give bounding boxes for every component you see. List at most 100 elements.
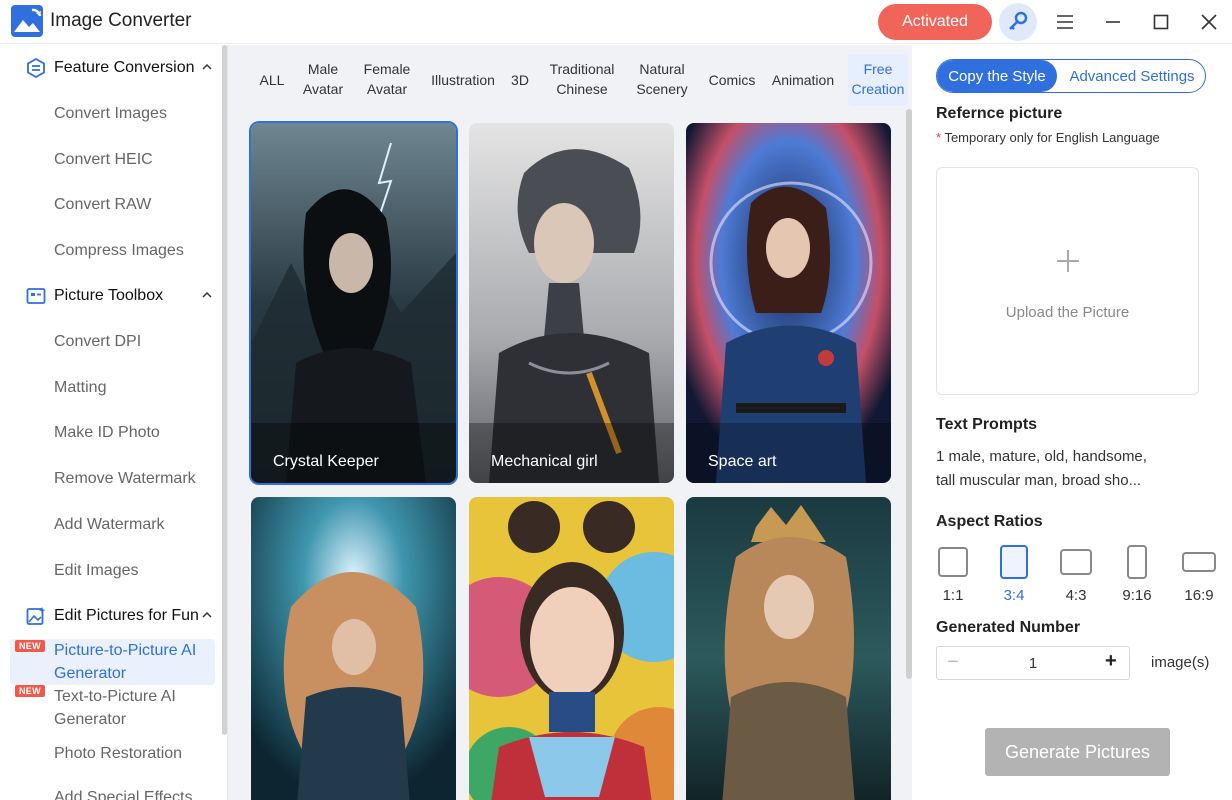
golden-warrior-image	[251, 497, 456, 800]
tab-label: Creation	[851, 81, 905, 97]
sidebar-item-convert-dpi[interactable]: Convert DPI	[54, 333, 141, 351]
section-picture-toolbox[interactable]: Picture Toolbox	[0, 281, 220, 311]
tab-label: 3D	[511, 72, 529, 88]
quantity-value[interactable]: 1	[937, 655, 1129, 672]
tab-animation[interactable]: Animation	[770, 70, 836, 90]
minimize-button[interactable]	[1099, 8, 1127, 36]
tab-comics[interactable]: Comics	[704, 70, 760, 90]
tab-free-creation[interactable]: Free Creation	[848, 54, 908, 106]
tab-label: Natural	[639, 61, 685, 77]
menu-button[interactable]	[1051, 8, 1079, 36]
style-card-5[interactable]	[469, 497, 674, 800]
sidebar-item-text-to-picture[interactable]: Text-to-Picture AI Generator	[54, 685, 214, 731]
sidebar-scrollbar[interactable]	[222, 45, 227, 735]
style-card-mechanical-girl[interactable]: Mechanical girl	[469, 123, 674, 483]
card-label: Mechanical girl	[491, 453, 598, 470]
tab-natural-scenery[interactable]: Natural Scenery	[632, 59, 692, 99]
tab-female-avatar[interactable]: Female Avatar	[360, 59, 414, 99]
tab-label: Animation	[771, 72, 835, 88]
increment-button[interactable]: +	[1105, 650, 1117, 673]
tab-advanced-settings[interactable]: Advanced Settings	[1057, 60, 1205, 92]
sidebar-item-convert-raw[interactable]: Convert RAW	[54, 196, 151, 214]
ratio-label: 9:16	[1122, 587, 1152, 604]
ratio-9-16[interactable]: 9:16	[1112, 545, 1162, 605]
tab-traditional-chinese[interactable]: Traditional Chinese	[544, 59, 620, 99]
feature-conversion-icon	[27, 58, 45, 78]
space-art-image	[686, 123, 891, 483]
settings-panel: Copy the Style Advanced Settings Refernc…	[912, 45, 1232, 800]
ratio-label: 16:9	[1184, 587, 1214, 604]
ratio-1-1[interactable]: 1:1	[928, 545, 978, 605]
ratio-shape-icon	[1060, 549, 1092, 575]
key-icon	[1009, 11, 1028, 30]
section-label: Edit Pictures for Fun	[54, 607, 199, 624]
colorful-girl-image	[469, 497, 674, 800]
sidebar-item-photo-restoration[interactable]: Photo Restoration	[54, 745, 182, 763]
sidebar-item-compress-images[interactable]: Compress Images	[54, 242, 184, 260]
sidebar-item-convert-images[interactable]: Convert Images	[54, 105, 167, 123]
tab-label: Comics	[708, 72, 756, 88]
generate-pictures-button[interactable]: Generate Pictures	[985, 728, 1170, 776]
title-bar: Image Converter Activated	[0, 0, 1232, 44]
prompt-line: 1 male, mature, old, handsome,	[936, 448, 1147, 465]
sidebar-item-remove-watermark[interactable]: Remove Watermark	[54, 470, 196, 488]
generated-number-title: Generated Number	[936, 619, 1081, 636]
sidebar-item-add-watermark[interactable]: Add Watermark	[54, 516, 165, 534]
ratio-shape-icon	[1182, 552, 1216, 572]
tab-3d[interactable]: 3D	[509, 70, 531, 90]
tab-label: Chinese	[556, 81, 608, 97]
crystal-keeper-image	[251, 123, 456, 483]
tab-copy-the-style[interactable]: Copy the Style	[937, 60, 1057, 92]
hamburger-icon	[1057, 15, 1073, 29]
tab-male-avatar[interactable]: Male Avatar	[298, 59, 348, 99]
sidebar: Feature Conversion Convert Images Conver…	[0, 45, 228, 800]
style-card-crystal-keeper[interactable]: Crystal Keeper	[249, 121, 458, 485]
section-feature-conversion[interactable]: Feature Conversion	[0, 53, 220, 83]
reference-picture-title: Refernce picture	[936, 105, 1063, 122]
mechanical-girl-image	[469, 123, 674, 483]
tab-illustration[interactable]: Illustration	[428, 70, 498, 90]
ratio-label: 3:4	[1003, 587, 1025, 604]
maximize-button[interactable]	[1147, 8, 1175, 36]
tab-all[interactable]: ALL	[256, 70, 288, 90]
tab-label: Avatar	[366, 81, 408, 97]
ratio-shape-icon	[938, 547, 968, 577]
close-button[interactable]	[1195, 8, 1223, 36]
new-badge: NEW	[15, 640, 45, 652]
section-label: Picture Toolbox	[54, 287, 164, 304]
sidebar-item-make-id-photo[interactable]: Make ID Photo	[54, 424, 160, 442]
section-edit-pictures-for-fun[interactable]: Edit Pictures for Fun	[0, 601, 220, 631]
sidebar-item-matting[interactable]: Matting	[54, 379, 106, 397]
style-card-4[interactable]	[251, 497, 456, 800]
chevron-up-icon	[202, 63, 212, 70]
ratio-shape-icon	[1000, 545, 1028, 579]
sidebar-item-picture-to-picture[interactable]: Picture-to-Picture AI Generator	[54, 639, 214, 685]
sidebar-item-convert-heic[interactable]: Convert HEIC	[54, 151, 153, 169]
ratio-shape-icon	[1127, 545, 1147, 579]
ratio-16-9[interactable]: 16:9	[1174, 545, 1224, 605]
new-badge: NEW	[15, 685, 45, 697]
tab-label: Illustration	[431, 72, 495, 88]
section-label: Feature Conversion	[54, 59, 195, 76]
license-key-button[interactable]	[999, 3, 1037, 41]
queen-image	[686, 497, 891, 800]
chevron-up-icon	[202, 611, 212, 618]
ratio-label: 1:1	[942, 587, 964, 604]
tab-label: Scenery	[636, 81, 688, 97]
quantity-stepper: − 1 +	[936, 646, 1130, 680]
upload-picture-area[interactable]: Upload the Picture	[936, 167, 1199, 395]
activated-button[interactable]: Activated	[878, 4, 992, 40]
app-title: Image Converter	[50, 10, 192, 31]
ratio-4-3[interactable]: 4:3	[1051, 545, 1101, 605]
tab-label: ALL	[259, 72, 285, 88]
sidebar-item-edit-images[interactable]: Edit Images	[54, 562, 138, 580]
style-card-space-art[interactable]: Space art	[686, 123, 891, 483]
card-label: Crystal Keeper	[273, 453, 379, 470]
quantity-unit: image(s)	[1151, 654, 1210, 671]
text-prompt-field[interactable]: 1 male, mature, old, handsome, tall musc…	[936, 445, 1206, 493]
maximize-icon	[1153, 14, 1169, 30]
aspect-ratios-title: Aspect Ratios	[936, 513, 1043, 530]
style-card-6[interactable]	[686, 497, 891, 800]
sidebar-item-add-special-effects[interactable]: Add Special Effects	[54, 789, 192, 800]
ratio-3-4[interactable]: 3:4	[989, 545, 1039, 605]
